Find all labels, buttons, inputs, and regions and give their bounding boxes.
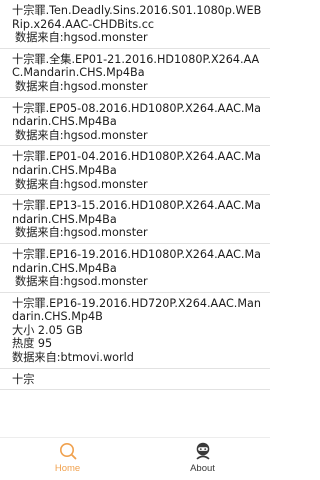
item-source: 数据来自:hgsod.monster (15, 79, 148, 93)
about-robot-icon (196, 442, 209, 460)
item-title: 十宗 (12, 372, 35, 386)
item-heat: 热度 95 (12, 337, 53, 351)
tab-home-label: Home (54, 463, 81, 474)
item-title: 十宗罪.EP05-08.2016.HD1080P.X264.AAC.Mandar… (12, 101, 261, 129)
search-icon (59, 443, 76, 460)
item-source: 数据来自:hgsod.monster (15, 275, 148, 289)
tab-about-label: About (190, 463, 215, 474)
item-title: 十宗罪.EP13-15.2016.HD1080P.X264.AAC.Mandar… (12, 199, 261, 226)
item-title: 十宗罪.全集.EP01-21.2016.HD1080P.X264.AAC.Man… (12, 52, 260, 80)
tab-home[interactable]: Home (0, 438, 135, 480)
item-source: 数据来自:hgsod.monster (15, 128, 148, 142)
list-item[interactable]: 十宗 (0, 369, 270, 391)
result-list[interactable]: 十宗罪.Ten.Deadly.Sins.2016.S01.1080p.WEBRi… (0, 0, 270, 438)
item-size: 大小 2.05 GB (12, 323, 83, 337)
item-source: 数据来自:hgsod.monster (15, 226, 148, 240)
list-item[interactable]: 十宗罪.Ten.Deadly.Sins.2016.S01.1080p.WEBRi… (0, 0, 270, 49)
app-window: 十宗罪.Ten.Deadly.Sins.2016.S01.1080p.WEBRi… (0, 0, 270, 480)
item-source: 数据来自:hgsod.monster (15, 177, 148, 191)
list-item[interactable]: 十宗罪.EP01-04.2016.HD1080P.X264.AAC.Mandar… (0, 146, 270, 196)
item-title: 十宗罪.Ten.Deadly.Sins.2016.S01.1080p.WEBRi… (12, 4, 262, 31)
list-item[interactable]: 十宗罪.EP05-08.2016.HD1080P.X264.AAC.Mandar… (0, 98, 270, 147)
list-item[interactable]: 十宗罪.EP16-19.2016.HD1080P.X264.AAC.Mandar… (0, 244, 270, 293)
list-item[interactable]: 十宗罪.全集.EP01-21.2016.HD1080P.X264.AAC.Man… (0, 49, 270, 98)
item-title: 十宗罪.EP16-19.2016.HD720P.X264.AAC.Mandari… (12, 296, 261, 324)
list-item[interactable]: 十宗罪.EP13-15.2016.HD1080P.X264.AAC.Mandar… (0, 195, 270, 244)
item-source: 数据来自:btmovi.world (12, 351, 134, 365)
bottom-tab-bar: Home About (0, 437, 270, 480)
list-item[interactable]: 十宗罪.EP16-19.2016.HD720P.X264.AAC.Mandari… (0, 293, 270, 369)
item-title: 十宗罪.EP01-04.2016.HD1080P.X264.AAC.Mandar… (12, 150, 261, 177)
tab-about[interactable]: About (135, 438, 270, 480)
item-title: 十宗罪.EP16-19.2016.HD1080P.X264.AAC.Mandar… (12, 247, 261, 275)
item-source: 数据来自:hgsod.monster (15, 31, 148, 45)
